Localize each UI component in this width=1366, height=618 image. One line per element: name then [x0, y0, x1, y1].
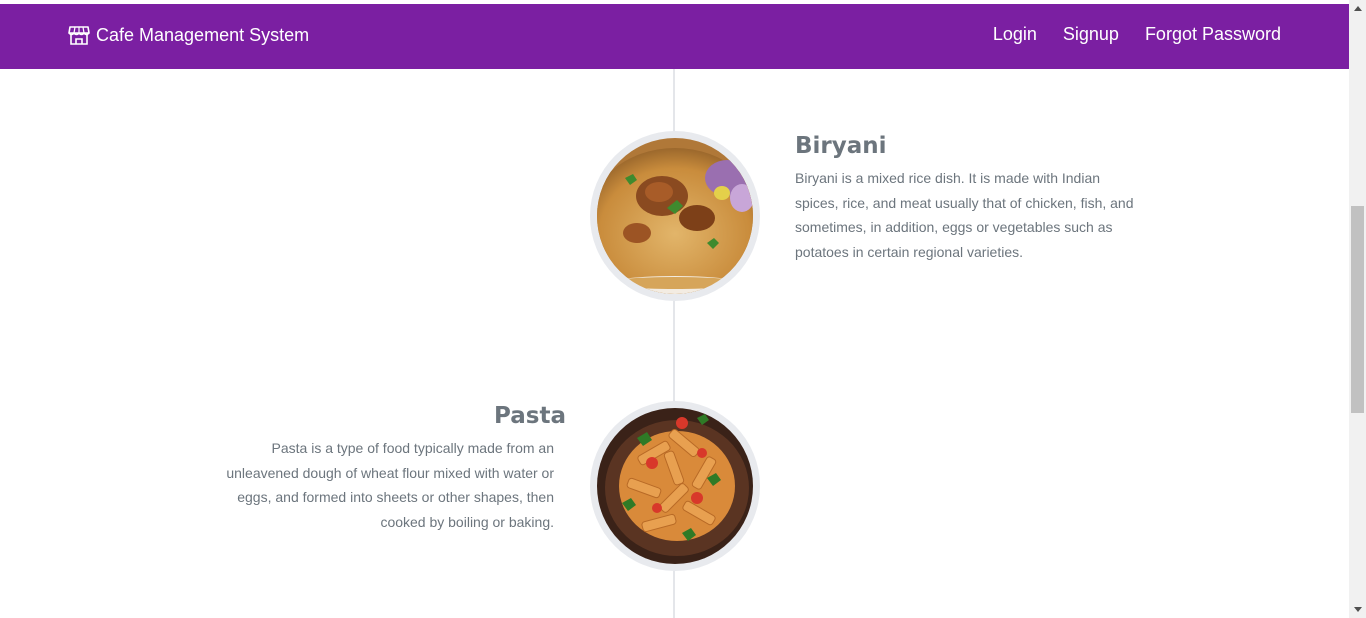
login-link[interactable]: Login	[993, 24, 1037, 45]
vertical-scrollbar[interactable]	[1349, 0, 1366, 618]
scrollbar-thumb[interactable]	[1351, 206, 1364, 413]
scroll-up-arrow-icon[interactable]	[1349, 0, 1366, 17]
biryani-title: Biryani	[795, 133, 887, 159]
shop-icon	[68, 25, 90, 46]
signup-link[interactable]: Signup	[1063, 24, 1119, 45]
brand-link[interactable]: Cafe Management System	[68, 25, 309, 46]
scroll-down-arrow-icon[interactable]	[1349, 601, 1366, 618]
biryani-image	[590, 131, 760, 301]
biryani-description: Biryani is a mixed rice dish. It is made…	[795, 170, 1134, 260]
forgot-password-link[interactable]: Forgot Password	[1145, 24, 1281, 45]
pasta-image	[590, 401, 760, 571]
pasta-title: Pasta	[494, 403, 566, 429]
nav-links: Login Signup Forgot Password	[967, 24, 1281, 45]
pasta-description: Pasta is a type of food typically made f…	[226, 440, 554, 530]
page: Cafe Management System Login Signup Forg…	[0, 0, 1349, 618]
brand-name: Cafe Management System	[96, 25, 310, 45]
navbar: Cafe Management System Login Signup Forg…	[0, 4, 1349, 69]
